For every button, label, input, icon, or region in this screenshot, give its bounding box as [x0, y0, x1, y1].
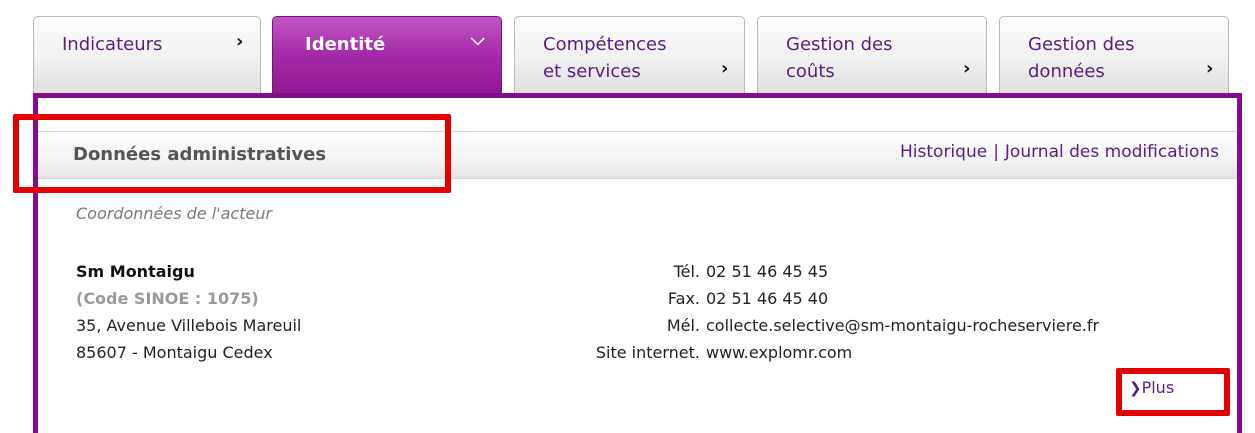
section-header: Données administratives Historique | Journ… — [38, 131, 1237, 179]
sinoe-code: (Code SINOE : 1075) — [76, 289, 259, 308]
tab-bar: Indicateurs › Identité ⌵ Compétences et … — [0, 16, 1255, 98]
change-log-link[interactable]: Journal des modifications — [1005, 142, 1219, 162]
email-row: Mél. collecte.selective@sm-montaigu-roche… — [474, 312, 1099, 339]
history-link[interactable]: Historique — [900, 142, 987, 162]
section-title: Données administratives — [73, 144, 327, 165]
website-label: Site internet. — [595, 343, 700, 362]
tab-label-line1: Compétences — [543, 34, 667, 55]
chevron-down-icon: ⌵ — [471, 29, 485, 50]
tab-gestion-donnees[interactable]: Gestion des données › — [999, 16, 1229, 94]
actor-name: Sm Montaigu — [76, 262, 195, 281]
address-city: 85607 - Montaigu Cedex — [76, 343, 273, 362]
tab-label-line2: et services — [543, 61, 641, 82]
phone-value: 02 51 46 45 45 — [706, 262, 829, 281]
tab-gestion-couts[interactable]: Gestion des coûts › — [757, 16, 987, 94]
fax-row: Fax. 02 51 46 45 40 — [474, 285, 1099, 312]
chevron-right-icon: › — [236, 31, 244, 52]
fax-label: Fax. — [667, 289, 700, 308]
section-links: Historique | Journal des modifications — [900, 142, 1219, 162]
phone-label: Tél. — [673, 262, 700, 281]
address-block: Sm Montaigu (Code SINOE : 1075) 35, Aven… — [76, 258, 301, 366]
tab-label: Indicateurs — [62, 34, 163, 55]
tab-label-line2: coûts — [786, 61, 835, 82]
link-separator: | — [993, 142, 999, 162]
tab-identite[interactable]: Identité ⌵ — [272, 16, 502, 98]
chevron-right-icon: › — [1206, 58, 1214, 79]
tab-competences-services[interactable]: Compétences et services › — [514, 16, 745, 94]
tab-label-line2: données — [1028, 61, 1105, 82]
chevron-right-icon: › — [721, 58, 729, 79]
tab-label: Identité — [305, 34, 386, 55]
fax-value: 02 51 46 45 40 — [706, 289, 829, 308]
phone-row: Tél. 02 51 46 45 45 — [474, 258, 1099, 285]
more-link[interactable]: ❯Plus — [1129, 378, 1174, 397]
chevron-right-icon: › — [963, 58, 971, 79]
identity-panel: Données administratives Historique | Journ… — [33, 93, 1242, 433]
email-value: collecte.selective@sm-montaigu-rocheserv… — [706, 316, 1100, 335]
address-street: 35, Avenue Villebois Mareuil — [76, 316, 302, 335]
contact-block: Tél. 02 51 46 45 45 Fax. 02 51 46 45 40 Mé… — [474, 258, 1099, 366]
tab-indicateurs[interactable]: Indicateurs › — [33, 16, 261, 94]
tab-label-line1: Gestion des — [786, 34, 893, 55]
contact-subheading: Coordonnées de l'acteur — [76, 204, 273, 223]
chevron-right-icon: ❯ — [1129, 379, 1142, 397]
email-label: Mél. — [666, 316, 700, 335]
more-link-label: Plus — [1141, 378, 1175, 397]
website-value: www.explomr.com — [706, 343, 853, 362]
tab-label-line1: Gestion des — [1028, 34, 1135, 55]
website-row: Site internet. www.explomr.com — [474, 339, 1099, 366]
